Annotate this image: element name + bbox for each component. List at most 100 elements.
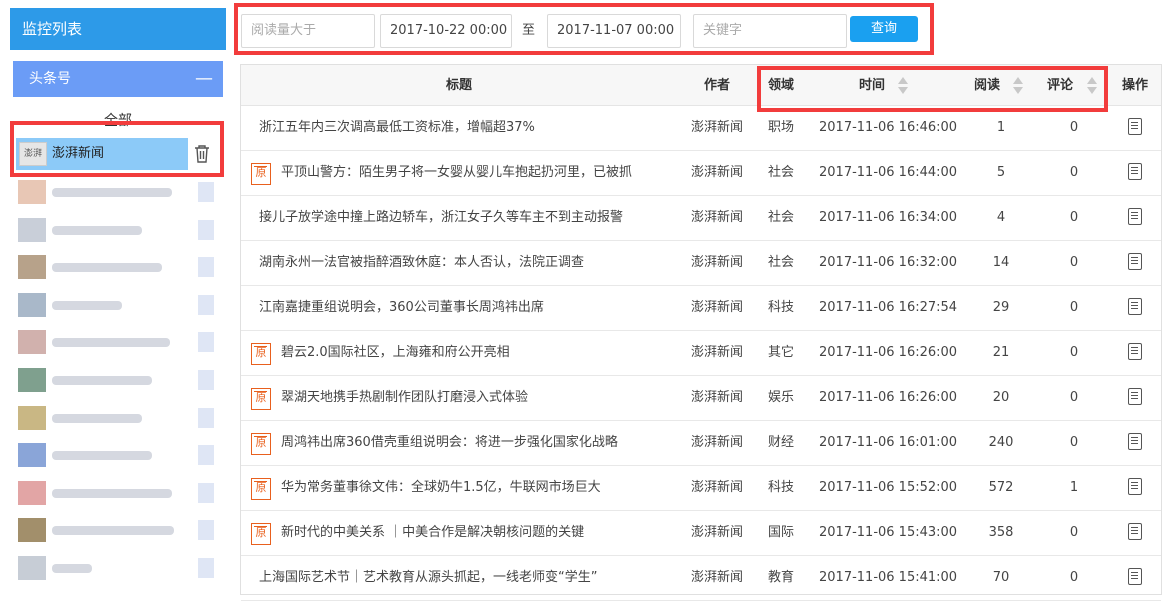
trash-icon[interactable] <box>198 257 214 278</box>
table-row: 原平顶山警方：陌生男子将一女婴从婴儿车抱起扔河里，已被抓 澎湃新闻 社会 2017-1… <box>241 151 1161 196</box>
blurred-label <box>52 263 162 273</box>
article-author: 澎湃新闻 <box>691 390 744 405</box>
article-comments: 0 <box>1069 165 1079 180</box>
avatar <box>18 255 46 280</box>
article-title[interactable]: 上海国际艺术节｜艺术教育从源头抓起，一线老师变“学生” <box>259 556 597 600</box>
article-time: 2017-11-06 16:26:00 <box>819 390 958 405</box>
article-title[interactable]: 江南嘉捷重组说明会，360公司董事长周鸿祎出席 <box>259 286 544 330</box>
article-time: 2017-11-06 16:44:00 <box>819 165 958 180</box>
blurred-label <box>52 188 172 197</box>
trash-icon[interactable] <box>198 407 214 428</box>
article-domain: 社会 <box>768 210 795 225</box>
article-time: 2017-11-06 16:32:00 <box>819 255 958 270</box>
trash-icon[interactable] <box>198 370 214 390</box>
article-title[interactable]: 华为常务董事徐文伟：全球奶牛1.5亿，牛联网市场巨大 <box>281 466 601 510</box>
article-comments: 0 <box>1069 525 1079 540</box>
article-comments: 0 <box>1069 255 1079 270</box>
sidebar-group-toutiao[interactable]: 头条号 — <box>13 61 223 97</box>
article-time: 2017-11-06 16:26:00 <box>819 345 958 360</box>
article-title[interactable]: 周鸿祎出席360借壳重组说明会：将进一步强化国家化战略 <box>281 421 618 465</box>
document-icon[interactable] <box>1128 433 1142 450</box>
document-icon[interactable] <box>1128 253 1142 270</box>
search-button[interactable]: 查询 <box>850 16 918 42</box>
article-reads: 4 <box>996 210 1006 225</box>
article-comments: 0 <box>1069 300 1079 315</box>
table-row: 原翠湖天地携手热剧制作团队打磨浸入式体验 澎湃新闻 娱乐 2017-11-06 16:… <box>241 376 1161 421</box>
article-time: 2017-11-06 16:01:00 <box>819 435 958 450</box>
article-comments: 0 <box>1069 345 1079 360</box>
article-title[interactable]: 翠湖天地携手热剧制作团队打磨浸入式体验 <box>281 376 528 420</box>
trash-icon[interactable] <box>198 294 214 315</box>
avatar <box>18 518 46 543</box>
document-icon[interactable] <box>1128 298 1142 315</box>
article-author: 澎湃新闻 <box>691 345 744 360</box>
trash-icon[interactable] <box>198 520 214 541</box>
document-icon[interactable] <box>1128 478 1142 495</box>
article-domain: 科技 <box>768 480 795 495</box>
original-badge-icon: 原 <box>251 478 271 500</box>
article-title[interactable]: 平顶山警方：陌生男子将一女婴从婴儿车抱起扔河里，已被抓 <box>281 151 632 195</box>
document-icon[interactable] <box>1128 118 1142 135</box>
original-badge-icon: 原 <box>251 433 271 455</box>
avatar <box>18 292 46 317</box>
avatar <box>18 443 46 468</box>
document-icon[interactable] <box>1128 523 1142 540</box>
blurred-label <box>52 564 92 573</box>
trash-icon[interactable] <box>198 182 214 202</box>
blurred-label <box>52 488 172 498</box>
article-title[interactable]: 浙江五年内三次调高最低工资标准，增幅超37% <box>259 106 535 150</box>
end-date-input[interactable]: 2017-11-07 00:00 <box>547 14 681 48</box>
article-author: 澎湃新闻 <box>691 570 744 585</box>
article-domain: 其它 <box>768 345 795 360</box>
trash-icon[interactable] <box>198 332 214 353</box>
min-reads-input[interactable]: 阅读量大于 <box>241 14 375 48</box>
start-date-input[interactable]: 2017-10-22 00:00 <box>380 14 512 48</box>
document-icon[interactable] <box>1128 208 1142 225</box>
trash-icon[interactable] <box>198 219 214 240</box>
header-author: 作者 <box>704 78 731 93</box>
article-title[interactable]: 接儿子放学途中撞上路边轿车，浙江女子久等车主不到主动报警 <box>259 196 623 240</box>
collapse-icon[interactable]: — <box>195 61 213 97</box>
document-icon[interactable] <box>1128 343 1142 360</box>
trash-icon[interactable] <box>198 445 214 466</box>
trash-icon[interactable] <box>198 482 214 503</box>
article-reads: 14 <box>992 255 1010 270</box>
document-icon[interactable] <box>1128 388 1142 405</box>
table-row: 原碧云2.0国际社区，上海雍和府公开亮相 澎湃新闻 其它 2017-11-06 16:… <box>241 331 1161 376</box>
document-icon[interactable] <box>1128 568 1142 585</box>
table-row: 上海国际艺术节｜艺术教育从源头抓起，一线老师变“学生” 澎湃新闻 教育 2017-11… <box>241 556 1161 601</box>
article-reads: 1 <box>996 120 1006 135</box>
avatar <box>18 480 46 505</box>
article-title[interactable]: 碧云2.0国际社区，上海雍和府公开亮相 <box>281 331 510 375</box>
article-author: 澎湃新闻 <box>691 255 744 270</box>
article-domain: 娱乐 <box>768 390 795 405</box>
highlight-box-sidebar <box>10 121 224 177</box>
table-row: 浙江五年内三次调高最低工资标准，增幅超37% 澎湃新闻 职场 2017-11-06 1… <box>241 106 1161 151</box>
article-time: 2017-11-06 15:52:00 <box>819 480 958 495</box>
avatar <box>18 405 46 430</box>
article-domain: 教育 <box>768 570 795 585</box>
article-time: 2017-11-06 16:27:54 <box>819 300 958 315</box>
table-row: 接儿子放学途中撞上路边轿车，浙江女子久等车主不到主动报警 澎湃新闻 社会 2017-1… <box>241 196 1161 241</box>
article-author: 澎湃新闻 <box>691 435 744 450</box>
article-title[interactable]: 湖南永州一法官被指醉酒致休庭：本人否认，法院正调查 <box>259 241 584 285</box>
blurred-label <box>52 413 142 423</box>
document-icon[interactable] <box>1128 163 1142 180</box>
original-badge-icon: 原 <box>251 163 271 185</box>
table-row: 原华为常务董事徐文伟：全球奶牛1.5亿，牛联网市场巨大 澎湃新闻 科技 2017-11… <box>241 466 1161 511</box>
article-title[interactable]: 新时代的中美关系 ｜中美合作是解决朝核问题的关键 <box>281 511 584 555</box>
table-row: 湖南永州一法官被指醉酒致休庭：本人否认，法院正调查 澎湃新闻 社会 2017-11-0… <box>241 241 1161 286</box>
article-author: 澎湃新闻 <box>691 300 744 315</box>
article-domain: 科技 <box>768 300 795 315</box>
article-table: 标题 作者 领域 时间 阅读 评论 操作 浙江五年内三次调高最低工资标准，增幅超… <box>240 64 1162 601</box>
article-comments: 0 <box>1069 570 1079 585</box>
article-reads: 5 <box>996 165 1006 180</box>
article-domain: 社会 <box>768 255 795 270</box>
keyword-input[interactable]: 关键字 <box>693 14 847 48</box>
trash-icon[interactable] <box>198 558 214 578</box>
article-domain: 国际 <box>768 525 795 540</box>
article-comments: 1 <box>1069 480 1079 495</box>
avatar <box>18 180 46 204</box>
blurred-label <box>52 338 170 348</box>
original-badge-icon: 原 <box>251 343 271 365</box>
